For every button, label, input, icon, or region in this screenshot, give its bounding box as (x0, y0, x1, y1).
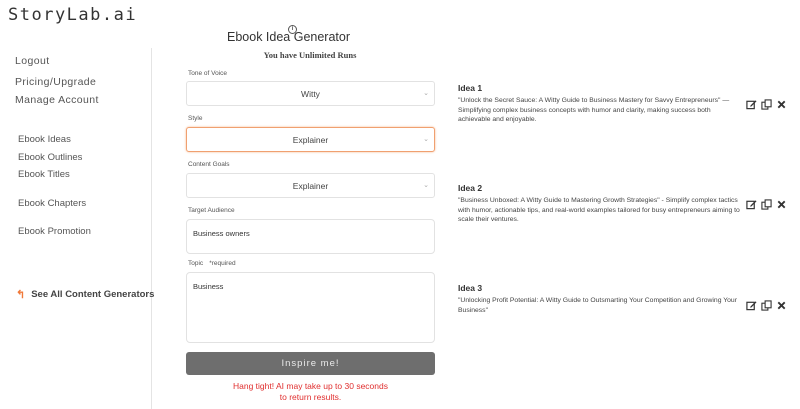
idea-actions (746, 99, 787, 110)
wait-message: Hang tight! AI may take up to 30 seconds… (186, 381, 435, 403)
required-marker: *required (209, 260, 236, 267)
back-arrow-icon: ↰ (16, 289, 26, 301)
close-icon[interactable] (776, 199, 787, 210)
close-icon[interactable] (776, 300, 787, 311)
sidebar-item-ebook-titles[interactable]: Ebook Titles (18, 169, 70, 180)
sidebar-item-ebook-ideas[interactable]: Ebook Ideas (18, 134, 71, 145)
goals-label: Content Goals (188, 161, 230, 168)
sidebar-item-ebook-chapters[interactable]: Ebook Chapters (18, 198, 86, 209)
idea-title: Idea 1 (458, 83, 483, 93)
style-value: Explainer (292, 134, 329, 145)
manage-account-link[interactable]: Manage Account (15, 94, 99, 106)
tone-value: Witty (301, 88, 320, 99)
chevron-down-icon: ⌄ (423, 90, 429, 97)
topic-label-text: Topic (188, 260, 204, 267)
style-label: Style (188, 115, 203, 122)
chevron-down-icon: ⌄ (423, 136, 429, 143)
sidebar-divider (151, 48, 152, 409)
runs-status: You have Unlimited Runs (263, 50, 357, 60)
pricing-upgrade-link[interactable]: Pricing/Upgrade (15, 76, 96, 88)
idea-text[interactable]: "Business Unboxed: A Witty Guide to Mast… (458, 196, 743, 225)
idea-card: Idea 1 "Unlock the Secret Sauce: A Witty… (458, 83, 743, 125)
idea-text[interactable]: "Unlock the Secret Sauce: A Witty Guide … (458, 96, 743, 125)
app-logo[interactable]: StoryLab.ai (8, 5, 137, 25)
target-audience-input[interactable]: Business owners (186, 219, 435, 254)
idea-card: Idea 2 "Business Unboxed: A Witty Guide … (458, 183, 743, 225)
edit-icon[interactable] (746, 99, 757, 110)
tone-select[interactable]: Witty ⌄ (186, 81, 435, 106)
edit-icon[interactable] (746, 300, 757, 311)
copy-icon[interactable] (761, 300, 772, 311)
content-goals-select[interactable]: Explainer ⌄ (186, 173, 435, 198)
wait-line-2: to return results. (279, 392, 342, 402)
see-all-label: See All Content Generators (31, 289, 155, 300)
idea-text[interactable]: "Unlocking Profit Potential: A Witty Gui… (458, 296, 743, 315)
info-icon[interactable]: i (288, 25, 297, 34)
copy-icon[interactable] (761, 199, 772, 210)
goals-value: Explainer (292, 180, 329, 191)
sidebar-item-ebook-promotion[interactable]: Ebook Promotion (18, 226, 91, 237)
close-icon[interactable] (776, 99, 787, 110)
idea-actions (746, 300, 787, 311)
idea-title: Idea 3 (458, 283, 483, 293)
idea-card: Idea 3 "Unlocking Profit Potential: A Wi… (458, 283, 743, 315)
style-select[interactable]: Explainer ⌄ (186, 127, 435, 152)
logout-link[interactable]: Logout (15, 55, 50, 67)
audience-label: Target Audience (188, 207, 235, 214)
wait-line-1: Hang tight! AI may take up to 30 seconds (233, 381, 388, 391)
topic-label: Topic *required (188, 260, 236, 267)
idea-actions (746, 199, 787, 210)
tone-label: Tone of Voice (188, 70, 228, 77)
see-all-generators-link[interactable]: ↰ See All Content Generators (16, 288, 154, 301)
topic-input[interactable]: Business (186, 272, 435, 343)
sidebar-item-ebook-outlines[interactable]: Ebook Outlines (18, 152, 82, 163)
inspire-me-button[interactable]: Inspire me! (186, 352, 435, 375)
chevron-down-icon: ⌄ (423, 182, 429, 189)
copy-icon[interactable] (761, 99, 772, 110)
idea-title: Idea 2 (458, 183, 483, 193)
edit-icon[interactable] (746, 199, 757, 210)
